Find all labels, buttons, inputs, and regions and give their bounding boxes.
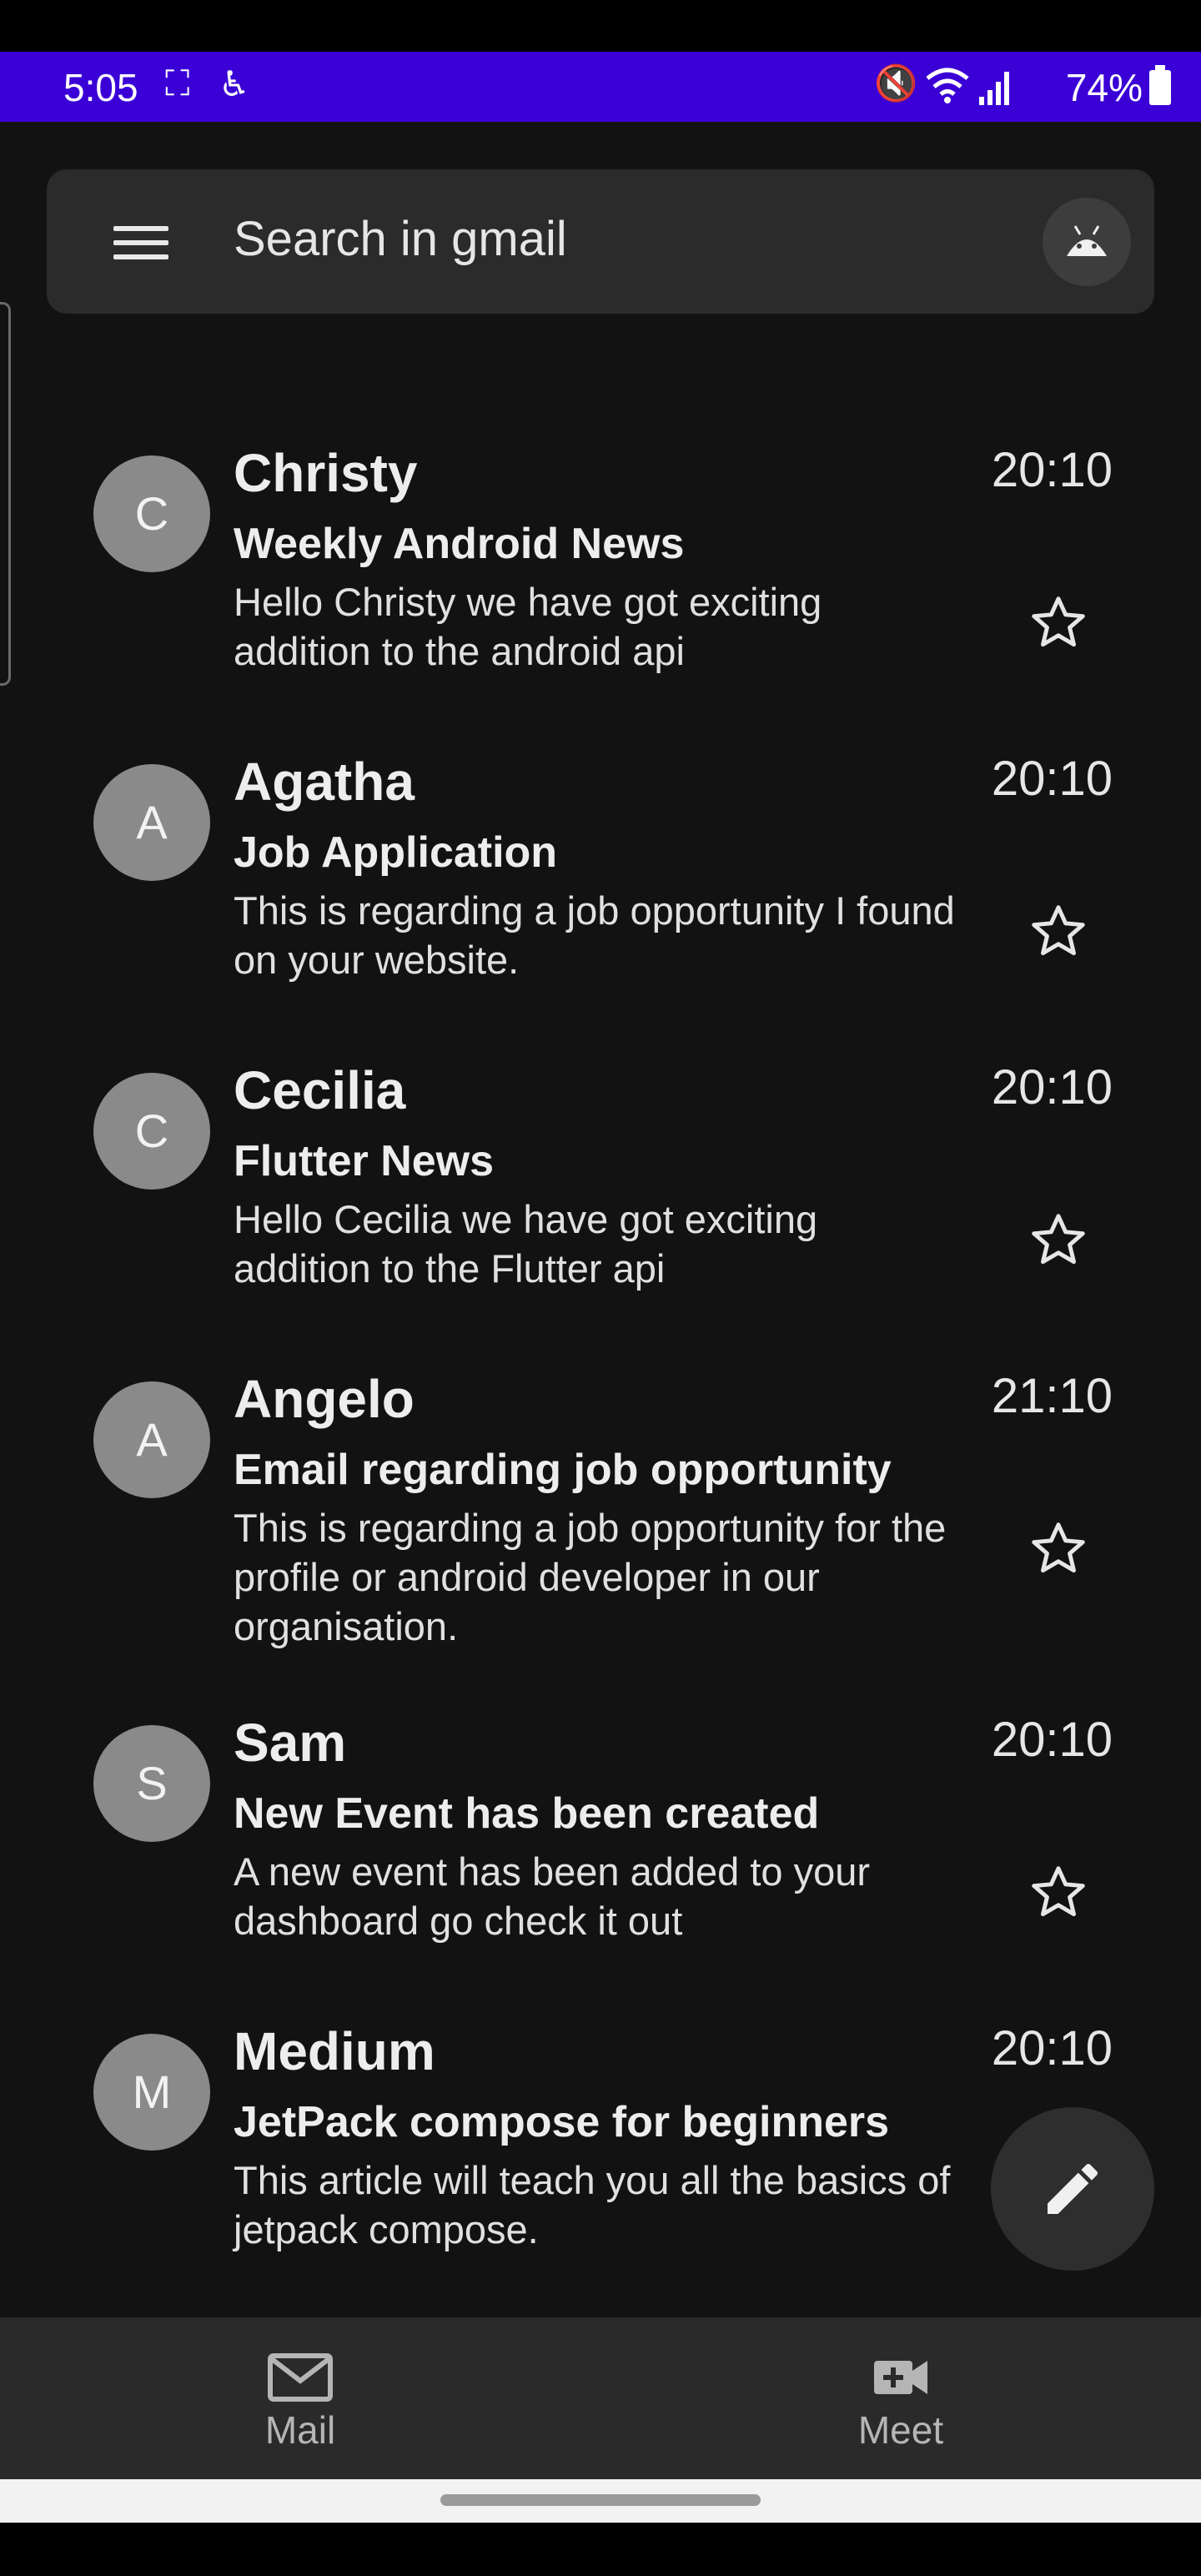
avatar: C <box>93 455 210 572</box>
email-preview: Hello Cecilia we have got exciting addit… <box>234 1197 818 1291</box>
status-bar: 5:05 ⛶ ♿ 🔇 74% <box>0 52 1201 122</box>
email-time: 20:10 <box>991 2021 1113 2075</box>
top-black-bar <box>0 0 1201 52</box>
compose-button[interactable] <box>991 2107 1154 2271</box>
email-preview: This is regarding a job opportunity I fo… <box>234 888 955 982</box>
avatar: A <box>93 764 210 881</box>
gesture-area <box>0 2479 1201 2523</box>
mail-icon <box>268 2353 333 2402</box>
video-camera-icon <box>874 2361 927 2394</box>
email-subject: Job Application <box>234 828 558 877</box>
pencil-compose-icon <box>1048 2163 1098 2214</box>
star-icon[interactable] <box>1028 1210 1089 1271</box>
email-sender: Agatha <box>234 752 415 812</box>
search-bar[interactable]: Search in gmail <box>47 169 1154 314</box>
email-preview: This article will teach you all the basi… <box>234 2158 951 2251</box>
email-sender: Medium <box>234 2021 435 2081</box>
email-preview: This is regarding a job opportunity for … <box>234 1506 947 1648</box>
email-time: 21:10 <box>991 1369 1113 1423</box>
home-indicator[interactable] <box>440 2494 761 2506</box>
battery-icon <box>1149 65 1171 105</box>
nav-meet-label: Meet <box>857 2408 944 2452</box>
email-subject: Email regarding job opportunity <box>234 1446 892 1494</box>
bottom-navigation: Mail Meet <box>0 2317 1201 2479</box>
email-subject: Flutter News <box>234 1137 495 1185</box>
star-icon[interactable] <box>1028 1862 1089 1924</box>
star-icon[interactable] <box>1028 1518 1089 1580</box>
email-time: 20:10 <box>991 752 1113 806</box>
avatar: C <box>93 1073 210 1190</box>
email-sender: Angelo <box>234 1369 415 1429</box>
mute-icon: 🔇 <box>874 63 918 103</box>
nav-mail[interactable]: Mail <box>0 2317 600 2479</box>
bottom-black-bar <box>0 2523 1201 2576</box>
star-icon[interactable] <box>1028 592 1089 654</box>
wifi-icon <box>926 68 969 103</box>
email-subject: JetPack compose for beginners <box>234 2098 890 2146</box>
email-preview: A new event has been added to your dashb… <box>234 1849 871 1943</box>
email-time: 20:10 <box>991 443 1113 497</box>
nav-meet[interactable]: Meet <box>600 2317 1201 2479</box>
screenshot-frame-icon: ⛶ <box>165 63 190 103</box>
email-sender: Cecilia <box>234 1060 406 1120</box>
avatar: A <box>93 1381 210 1498</box>
nav-mail-label: Mail <box>264 2408 336 2452</box>
search-input[interactable]: Search in gmail <box>234 211 567 267</box>
battery-percentage: 74% <box>1065 66 1143 109</box>
accessibility-icon: ♿ <box>219 64 250 103</box>
edge-scroll-handle[interactable] <box>0 302 11 686</box>
status-time: 5:05 <box>63 66 138 109</box>
email-time: 20:10 <box>991 1713 1113 1767</box>
email-subject: Weekly Android News <box>234 520 685 568</box>
android-icon <box>1067 225 1107 256</box>
email-preview: Hello Christy we have got exciting addit… <box>234 580 822 673</box>
email-subject: New Event has been created <box>234 1789 820 1838</box>
signal-icon <box>979 72 1009 105</box>
hamburger-menu-icon[interactable] <box>113 226 168 259</box>
email-sender: Sam <box>234 1713 347 1773</box>
star-icon[interactable] <box>1028 901 1089 963</box>
email-sender: Christy <box>234 443 418 503</box>
account-avatar-button[interactable] <box>1043 198 1131 286</box>
avatar: S <box>93 1725 210 1842</box>
email-time: 20:10 <box>991 1060 1113 1114</box>
avatar: M <box>93 2034 210 2151</box>
